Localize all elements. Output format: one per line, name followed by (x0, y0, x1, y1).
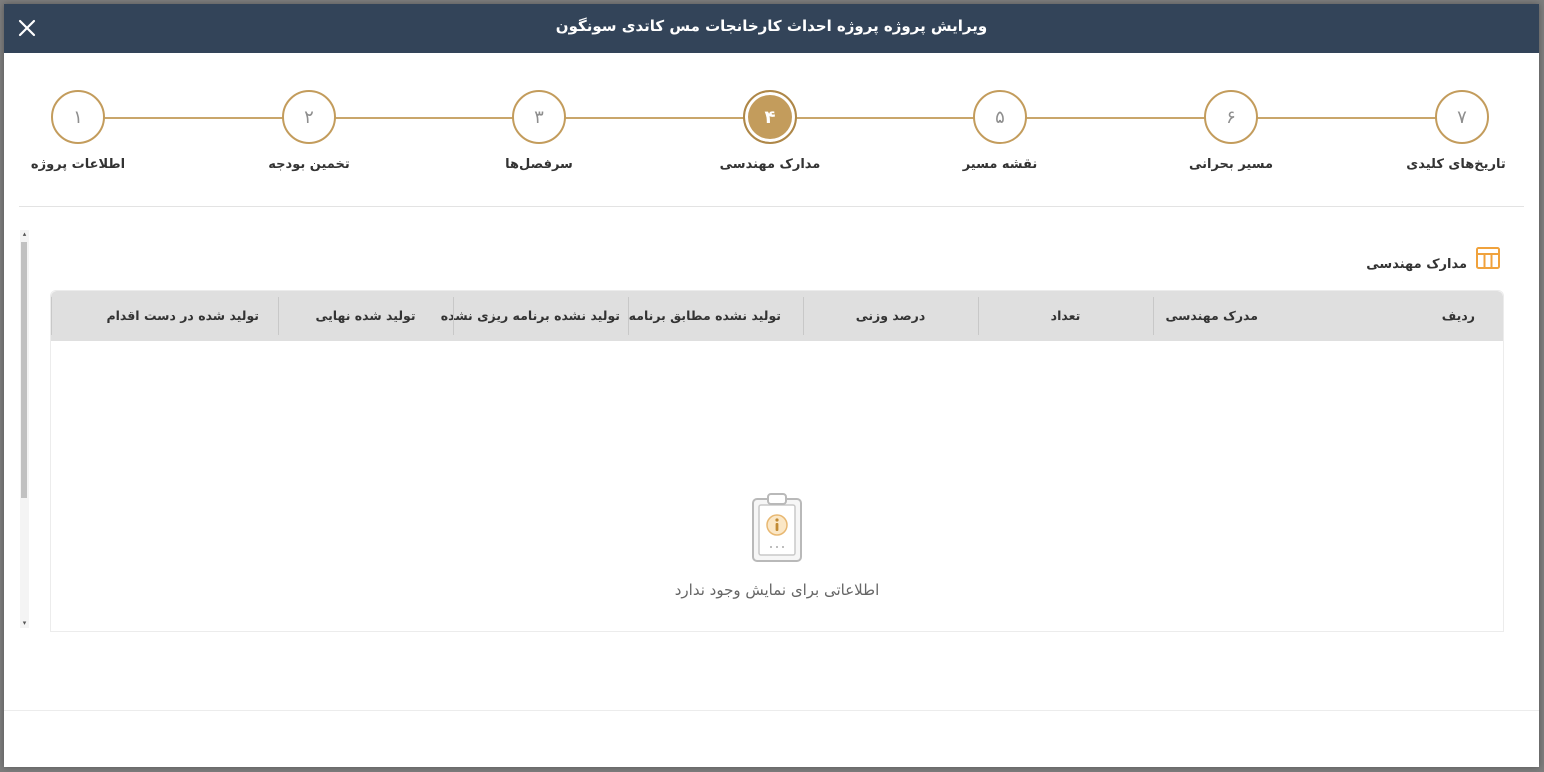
section-title: مدارک مهندسی (1366, 256, 1467, 272)
stepper-divider (19, 206, 1524, 207)
column-header-row-number[interactable]: ردیف (1328, 291, 1503, 341)
step-7[interactable]: ۷ (1435, 90, 1489, 144)
column-header-not-produced-unplanned[interactable]: تولید نشده برنامه ریزی نشده (441, 291, 628, 341)
engineering-docs-table: ردیف مدرک مهندسی تعداد درصد وزنی تولید ن… (50, 290, 1504, 632)
step-4-active[interactable]: ۴ (743, 90, 797, 144)
column-header-weight-percent[interactable]: درصد وزنی (803, 291, 978, 341)
column-header-document[interactable]: مدرک مهندسی (1153, 291, 1328, 341)
scroll-down-icon[interactable]: ▾ (20, 619, 29, 628)
step-6[interactable]: ۶ (1204, 90, 1258, 144)
step-4-label: مدارک مهندسی (719, 157, 821, 172)
edit-project-modal: ویرایش پروژه پروژه احداث کارخانجات مس کا… (4, 4, 1539, 767)
step-1[interactable]: ۱ (51, 90, 105, 144)
scrollbar-thumb[interactable] (21, 242, 27, 498)
modal-header: ویرایش پروژه پروژه احداث کارخانجات مس کا… (4, 4, 1539, 53)
section-header: مدارک مهندسی (1366, 245, 1501, 275)
step-2[interactable]: ۲ (282, 90, 336, 144)
step-5[interactable]: ۵ (973, 90, 1027, 144)
table-header: ردیف مدرک مهندسی تعداد درصد وزنی تولید ن… (51, 291, 1503, 341)
clipboard-info-icon (751, 493, 803, 567)
step-7-label: تاریخ‌های کلیدی (1406, 157, 1506, 172)
column-header-produced-final[interactable]: تولید شده نهایی (278, 291, 453, 341)
step-6-label: مسیر بحرانی (1188, 157, 1274, 172)
step-1-label: اطلاعات پروژه (30, 157, 126, 172)
modal-footer (4, 710, 1539, 767)
table-icon (1475, 245, 1501, 275)
step-5-label: نقشه مسیر (962, 157, 1038, 172)
empty-state: اطلاعاتی برای نمایش وجود ندارد (51, 491, 1503, 599)
vertical-scrollbar[interactable]: ▴ ▾ (20, 230, 29, 628)
column-header-produced-in-progress[interactable]: تولید شده در دست اقدام (51, 291, 278, 341)
scroll-up-icon[interactable]: ▴ (20, 230, 29, 239)
step-3-label: سرفصل‌ها (505, 157, 573, 172)
modal-title: ویرایش پروژه پروژه احداث کارخانجات مس کا… (555, 17, 988, 35)
column-header-count[interactable]: تعداد (978, 291, 1153, 341)
empty-message: اطلاعاتی برای نمایش وجود ندارد (674, 581, 880, 599)
column-header-not-produced-planned[interactable]: تولید نشده مطابق برنامه (628, 291, 803, 341)
step-2-label: تخمین بودجه (268, 157, 350, 172)
step-3[interactable]: ۳ (512, 90, 566, 144)
